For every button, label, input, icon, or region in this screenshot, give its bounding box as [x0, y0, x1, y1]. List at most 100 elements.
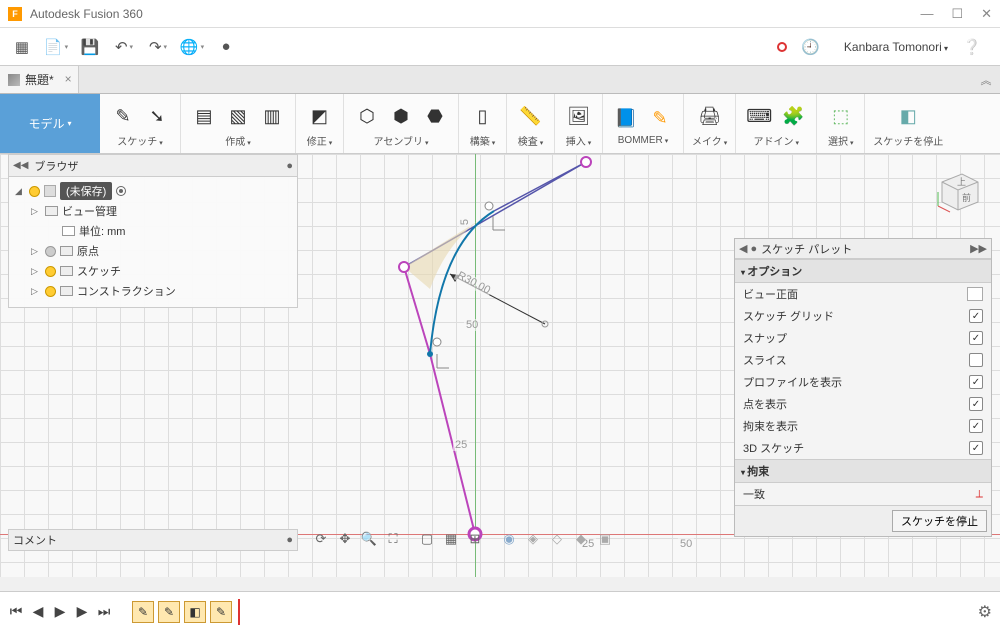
tl-feature-2[interactable]: ✎: [158, 601, 180, 623]
orbit-icon[interactable]: ⟳: [310, 529, 332, 549]
tl-last[interactable]: ⏭: [96, 604, 112, 620]
extension-icon[interactable]: ●: [212, 33, 240, 61]
tree-root[interactable]: ◢ (未保存): [11, 181, 295, 201]
close-button[interactable]: ✕: [981, 6, 992, 22]
grid-apps-icon[interactable]: ▦: [8, 33, 36, 61]
ribbon-bommer[interactable]: 📘✎ BOMMER: [603, 94, 684, 153]
tab-close-button[interactable]: ×: [65, 72, 72, 86]
ribbon-modify[interactable]: ◩ 修正: [296, 94, 344, 153]
shade3-icon[interactable]: ◇: [546, 529, 568, 549]
tl-marker[interactable]: [238, 599, 240, 625]
asm2-icon: ⬣: [420, 101, 450, 131]
plane-icon: ▯: [468, 101, 498, 131]
row-slice[interactable]: スライス: [735, 349, 991, 371]
maximize-button[interactable]: ☐: [951, 6, 963, 22]
comment-pin[interactable]: ●: [286, 534, 293, 546]
shade2-icon[interactable]: ◈: [522, 529, 544, 549]
file-menu[interactable]: 📄: [42, 33, 70, 61]
globe-icon[interactable]: 🌐: [178, 33, 206, 61]
cyl-icon: ▥: [257, 101, 287, 131]
user-menu[interactable]: Kanbara Tomonori: [844, 40, 948, 54]
tl-prev[interactable]: ◀: [30, 604, 46, 620]
document-tab[interactable]: 無題* ×: [0, 66, 79, 93]
tl-next[interactable]: ▶: [74, 604, 90, 620]
tl-settings[interactable]: ⚙: [978, 602, 992, 622]
box-icon: ▧: [223, 101, 253, 131]
comment-bar[interactable]: コメント ●: [8, 529, 298, 551]
palette-section-options[interactable]: オプション: [735, 259, 991, 283]
ribbon-addin[interactable]: ⌨🧩 アドイン: [736, 94, 817, 153]
redo-button[interactable]: ↷: [144, 33, 172, 61]
job-status-icon[interactable]: 🕘: [801, 38, 820, 56]
tl-feature-4[interactable]: ✎: [210, 601, 232, 623]
browser-collapse-left[interactable]: ◀◀: [13, 160, 28, 171]
row-constraints[interactable]: 拘束を表示: [735, 415, 991, 437]
y-axis: [475, 154, 476, 577]
look-at-icon[interactable]: [967, 287, 983, 301]
edit-icon: ✎: [645, 103, 675, 133]
display-icon[interactable]: ▢: [416, 529, 438, 549]
palette-section-constraint[interactable]: 拘束: [735, 459, 991, 483]
ribbon-make[interactable]: 🖨 メイク: [684, 94, 736, 153]
collapse-ribbon-button[interactable]: ︽: [972, 66, 1000, 93]
workspace-switcher[interactable]: モデル: [0, 94, 100, 153]
row-3dsketch[interactable]: 3D スケッチ: [735, 437, 991, 459]
shade5-icon[interactable]: ▣: [594, 529, 616, 549]
row-snap[interactable]: スナップ: [735, 327, 991, 349]
tree-construction[interactable]: ▷ コンストラクション: [11, 281, 295, 301]
asm-icon: ⬢: [386, 101, 416, 131]
viewports-icon[interactable]: ⊞: [464, 529, 486, 549]
help-icon[interactable]: ❔: [958, 33, 986, 61]
svg-text:前: 前: [962, 192, 971, 203]
shade1-icon[interactable]: ◉: [498, 529, 520, 549]
snap-checkbox[interactable]: [969, 331, 983, 345]
points-checkbox[interactable]: [969, 397, 983, 411]
row-look-at[interactable]: ビュー正面: [735, 283, 991, 305]
profile-checkbox[interactable]: [969, 375, 983, 389]
tl-feature-3[interactable]: ◧: [184, 601, 206, 623]
tree-units[interactable]: 単位: mm: [11, 221, 295, 241]
minimize-button[interactable]: —: [920, 6, 933, 22]
ribbon-construct[interactable]: ▯ 構築: [459, 94, 507, 153]
slice-checkbox[interactable]: [969, 353, 983, 367]
ribbon-inspect[interactable]: 📏 検査: [507, 94, 555, 153]
stop-sketch-icon: ◧: [893, 101, 923, 131]
ribbon-insert[interactable]: 🖼 挿入: [555, 94, 603, 153]
joint-icon: ⬡: [352, 101, 382, 131]
constraints-checkbox[interactable]: [969, 419, 983, 433]
tree-origin[interactable]: ▷ 原点: [11, 241, 295, 261]
undo-button[interactable]: ↶: [110, 33, 138, 61]
browser-pin[interactable]: ●: [286, 160, 293, 172]
row-profile[interactable]: プロファイルを表示: [735, 371, 991, 393]
save-button[interactable]: 💾: [76, 33, 104, 61]
timeline: ⏮ ◀ ▶ ▶ ⏭ ✎ ✎ ◧ ✎ ⚙: [0, 591, 1000, 631]
grid-checkbox[interactable]: [969, 309, 983, 323]
tree-sketch[interactable]: ▷ スケッチ: [11, 261, 295, 281]
ribbon-stop-sketch[interactable]: ◧ スケッチを停止: [865, 94, 951, 153]
tl-play[interactable]: ▶: [52, 604, 68, 620]
row-grid[interactable]: スケッチ グリッド: [735, 305, 991, 327]
ribbon-create[interactable]: ▤▧▥ 作成: [181, 94, 296, 153]
coincident-icon[interactable]: ⟂: [976, 488, 983, 501]
shade4-icon[interactable]: ◆: [570, 529, 592, 549]
browser-panel: ◀◀ ブラウザ ● ◢ (未保存) ▷ ビュー管理 単位: mm ▷ 原点: [8, 154, 298, 308]
row-coincident[interactable]: 一致⟂: [735, 483, 991, 505]
fit-icon[interactable]: ⛶: [382, 529, 404, 549]
ribbon-assembly[interactable]: ⬡⬢⬣ アセンブリ: [344, 94, 459, 153]
ribbon-sketch[interactable]: ✎➘ スケッチ: [100, 94, 181, 153]
palette-expand[interactable]: ▶▶: [970, 242, 987, 255]
zoom-icon[interactable]: 🔍: [358, 529, 380, 549]
active-radio[interactable]: [116, 186, 126, 196]
row-points[interactable]: 点を表示: [735, 393, 991, 415]
sketch3d-checkbox[interactable]: [969, 441, 983, 455]
sketch-palette: ◀ ● スケッチ パレット ▶▶ オプション ビュー正面 スケッチ グリッド ス…: [734, 238, 992, 537]
record-icon[interactable]: [777, 42, 787, 52]
pan-icon[interactable]: ✥: [334, 529, 356, 549]
tl-first[interactable]: ⏮: [8, 604, 24, 620]
view-cube[interactable]: 上 前: [932, 164, 982, 214]
tl-feature-1[interactable]: ✎: [132, 601, 154, 623]
ribbon-select[interactable]: ⬚ 選択: [817, 94, 865, 153]
tree-view-mgmt[interactable]: ▷ ビュー管理: [11, 201, 295, 221]
measure-icon: 📏: [516, 101, 546, 131]
gridset-icon[interactable]: ▦: [440, 529, 462, 549]
